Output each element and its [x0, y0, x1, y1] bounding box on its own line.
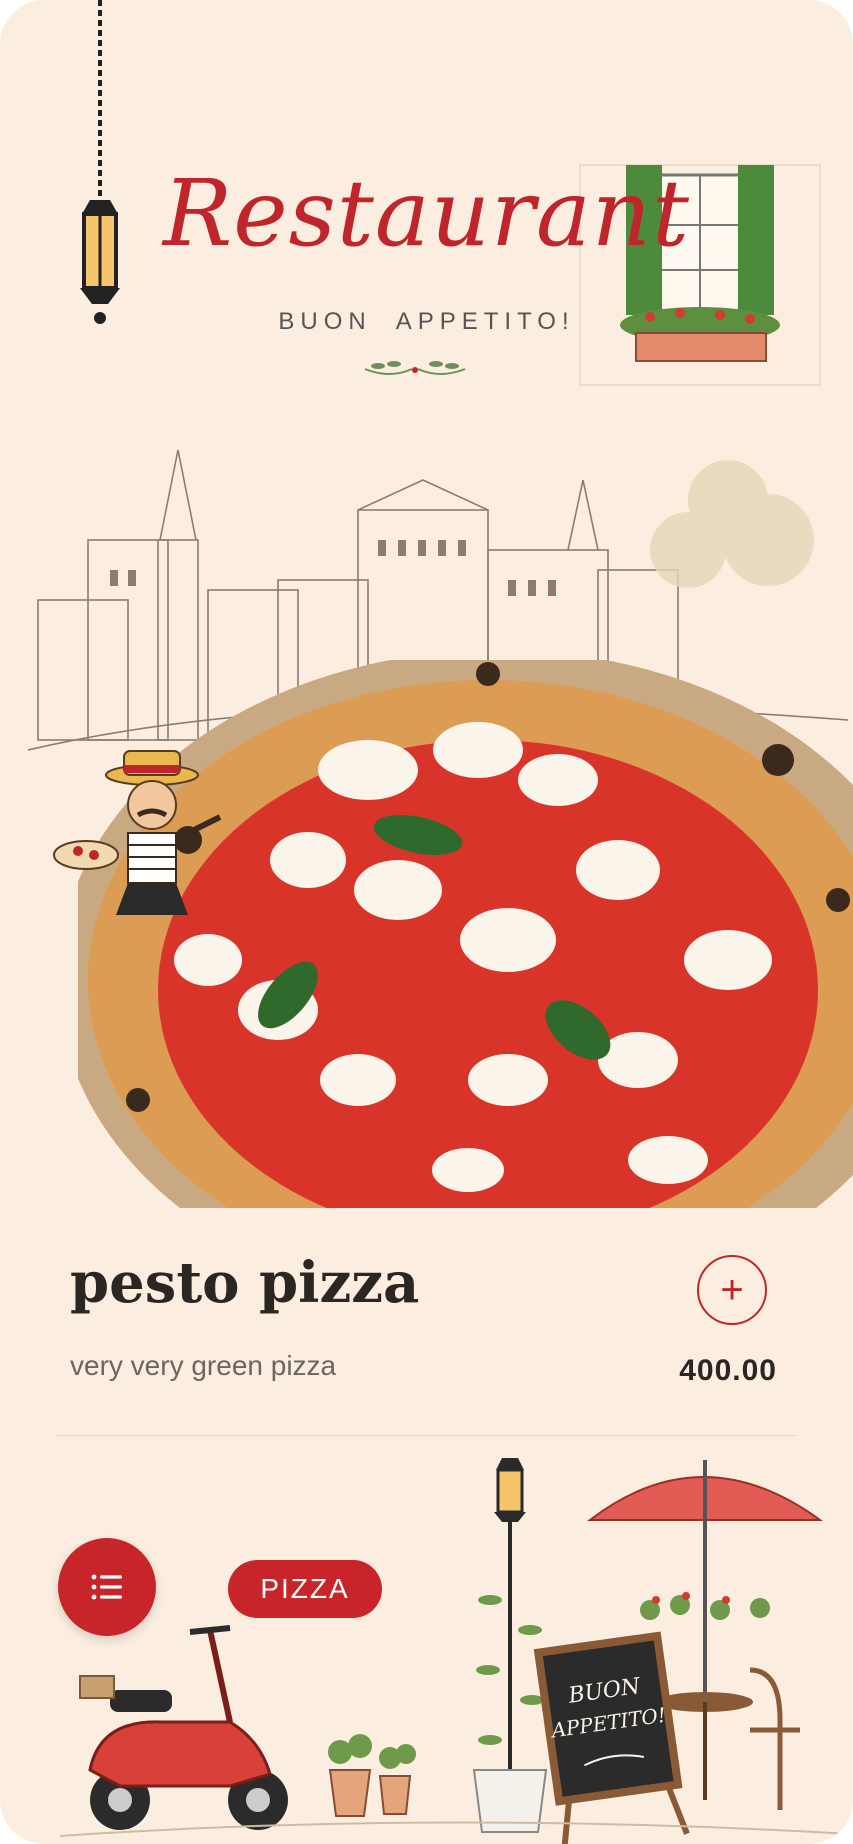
- product-description: very very green pizza: [70, 1350, 337, 1381]
- category-chip-pizza[interactable]: PIZZA: [228, 1560, 382, 1618]
- menu-button[interactable]: [58, 1538, 156, 1636]
- divider: [56, 1435, 797, 1436]
- product-name: pesto pizza: [70, 1250, 420, 1316]
- chef-illustration: [53, 750, 222, 915]
- app-subtitle: BUON APPETITO!: [278, 308, 575, 335]
- app-title: Restaurant: [162, 160, 691, 267]
- add-to-cart-button[interactable]: +: [697, 1255, 767, 1325]
- list-icon: [91, 1574, 122, 1600]
- laurel-ornament: [364, 361, 466, 375]
- plus-icon: +: [720, 1268, 744, 1312]
- app-screen: Restaurant BUON APPETITO! pesto pizza ve…: [0, 0, 853, 1844]
- street-scene-illustration: BUON APPETITO!: [60, 1458, 850, 1844]
- product-price: 400.00: [679, 1354, 777, 1387]
- pizza-image: [78, 660, 853, 1208]
